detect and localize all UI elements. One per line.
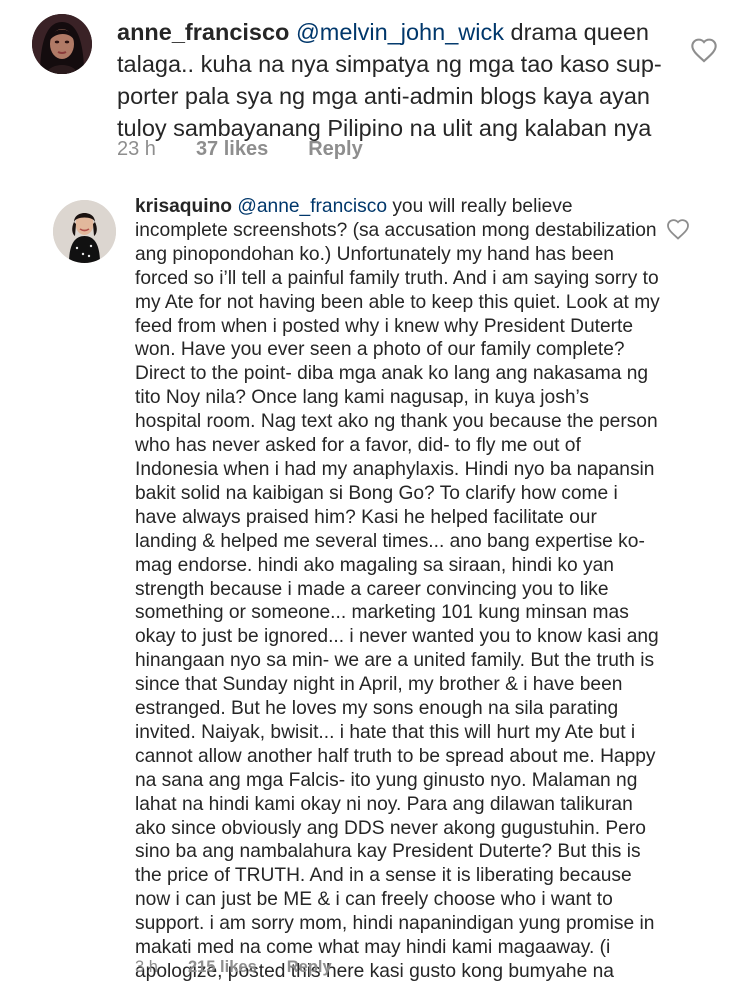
comment-username[interactable]: krisaquino <box>135 196 232 217</box>
avatar-photo <box>53 200 116 263</box>
like-heart-icon[interactable] <box>690 37 718 63</box>
comment-body: you will really believe incomplete scree… <box>135 196 660 982</box>
comment-text: anne_francisco @melvin_john_wick drama q… <box>117 16 687 144</box>
comment-time: 23 h <box>117 138 156 160</box>
comment-meta: 23 h 37 likes Reply <box>117 138 403 161</box>
avatar[interactable] <box>53 200 116 263</box>
reply-button[interactable]: Reply <box>308 138 362 161</box>
like-heart-icon[interactable] <box>666 218 690 240</box>
avatar[interactable] <box>32 14 92 74</box>
comment-mention[interactable]: @anne_francisco <box>237 196 387 217</box>
comment-likes[interactable]: 215 likes <box>188 958 257 977</box>
avatar-photo <box>32 14 92 74</box>
comment-time: 3 h <box>135 958 158 976</box>
comment-meta: 3 h 215 likes Reply <box>135 958 362 977</box>
comment-mention[interactable]: @melvin_john_wick <box>296 19 504 45</box>
comment-likes[interactable]: 37 likes <box>196 138 268 161</box>
reply-button[interactable]: Reply <box>287 958 332 977</box>
comment-item: krisaquino @anne_francisco you will real… <box>0 180 750 983</box>
comment-username[interactable]: anne_francisco <box>117 19 289 45</box>
comment-text: krisaquino @anne_francisco you will real… <box>135 195 660 983</box>
comment-item: anne_francisco @melvin_john_wick drama q… <box>0 0 750 180</box>
